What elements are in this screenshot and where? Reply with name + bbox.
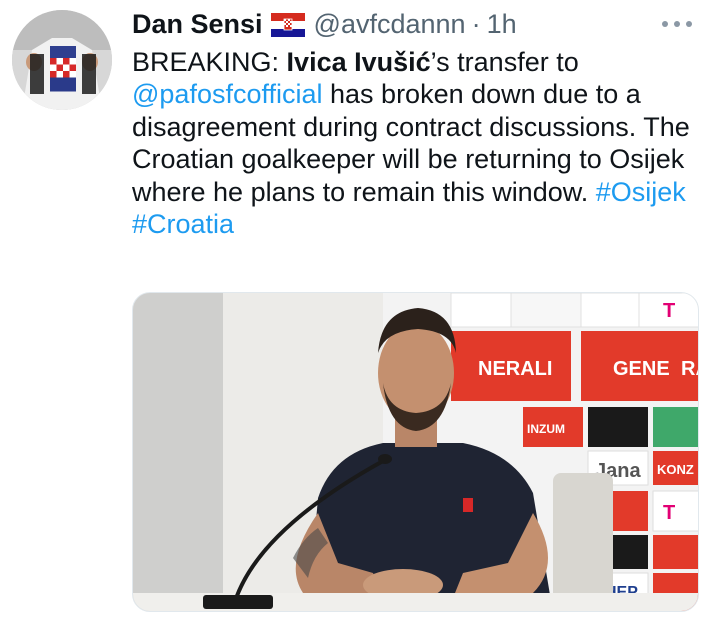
sponsor-logo: T <box>663 300 675 322</box>
more-dot <box>674 21 680 27</box>
tweet-header: Dan Sensi @avfcdannn · 1h <box>132 6 517 42</box>
sponsor-logo: GENE <box>613 358 670 380</box>
tweet-media-photo[interactable]: T NERALI GENE RA INZUM Jana KONZ T <box>132 292 699 612</box>
press-conference-photo: T NERALI GENE RA INZUM Jana KONZ T <box>133 293 699 611</box>
user-handle[interactable]: @avfcdannn <box>314 9 466 40</box>
hashtag-croatia-link[interactable]: #Croatia <box>132 209 234 239</box>
more-options-icon[interactable] <box>662 14 692 34</box>
avatar[interactable] <box>12 10 112 110</box>
timestamp[interactable]: 1h <box>487 9 517 40</box>
player-name: Ivica Ivušić <box>286 47 431 77</box>
separator-dot: · <box>471 8 481 39</box>
avatar-image <box>12 10 112 110</box>
hashtag-osijek-link[interactable]: #Osijek <box>596 177 686 207</box>
tweet-card: Dan Sensi @avfcdannn · 1h BREAKING: Ivic… <box>0 0 714 618</box>
display-name[interactable]: Dan Sensi <box>132 9 263 40</box>
tweet-text-part: BREAKING: <box>132 47 287 77</box>
sponsor-logo: INZUM <box>527 422 565 436</box>
more-dot <box>662 21 668 27</box>
tweet-text-part: ’s transfer to <box>430 47 579 77</box>
sponsor-logo: KONZ <box>657 462 694 477</box>
more-dot <box>686 21 692 27</box>
sponsor-logo: RA <box>681 358 699 380</box>
tweet-text: BREAKING: Ivica Ivušić’s transfer to @pa… <box>132 46 702 240</box>
sponsor-logo: NERALI <box>478 358 552 380</box>
mention-link[interactable]: @pafosfcofficial <box>132 79 323 109</box>
croatia-flag-icon <box>270 13 305 37</box>
sponsor-logo: T <box>663 502 675 524</box>
